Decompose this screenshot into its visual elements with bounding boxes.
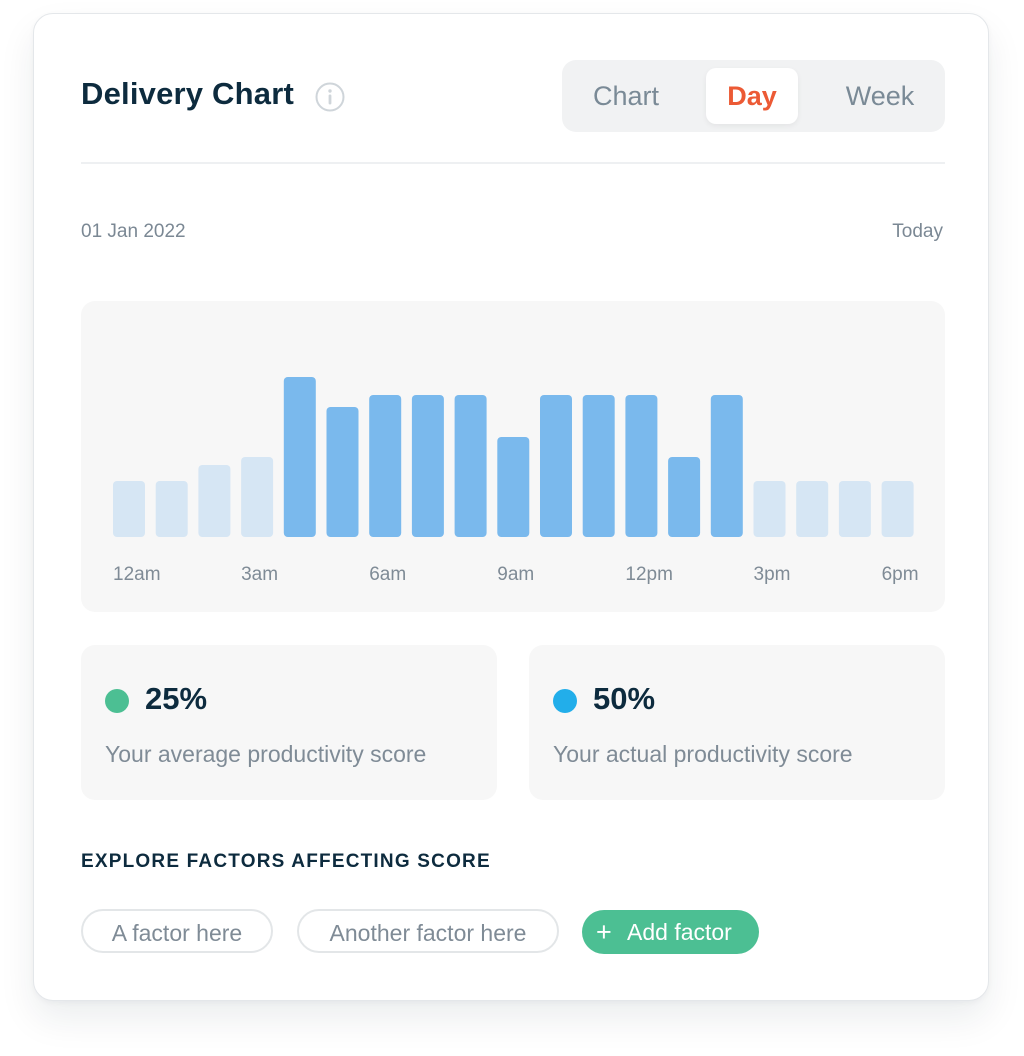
info-icon[interactable] xyxy=(315,82,345,112)
bar-5am[interactable] xyxy=(326,407,359,537)
delivery-chart-card: Delivery Chart Chart Day Week 01 Jan 202… xyxy=(33,13,989,1001)
bar-6am[interactable] xyxy=(369,395,402,537)
actual-score-label: Your actual productivity score xyxy=(553,741,853,767)
bar-3am[interactable] xyxy=(241,457,274,537)
bar-11am[interactable] xyxy=(582,395,615,537)
x-tick-label: 3am xyxy=(241,564,278,585)
average-score-card: 25% Your average productivity score xyxy=(81,645,497,800)
x-tick-label: 3pm xyxy=(754,564,791,585)
x-tick-label: 6pm xyxy=(882,564,919,585)
plus-icon: + xyxy=(596,917,612,947)
bar-chart: 12am3am6am9am12pm3pm6pm9pm xyxy=(113,377,919,585)
actual-score-value: 50% xyxy=(593,681,656,716)
bar-8am[interactable] xyxy=(454,395,487,537)
bar-12am[interactable] xyxy=(113,481,145,537)
tab-chart[interactable]: Chart xyxy=(574,68,678,124)
average-score-value: 25% xyxy=(145,681,208,716)
card-title: Delivery Chart xyxy=(81,76,295,111)
date-range-end: Today xyxy=(892,221,943,242)
view-toggle: Chart Day Week xyxy=(562,60,945,132)
bar-1am[interactable] xyxy=(155,481,188,537)
average-score-label: Your average productivity score xyxy=(105,741,427,767)
factors-section-title: EXPLORE FACTORS AFFECTING SCORE xyxy=(81,851,491,872)
factor-chip[interactable]: A factor here xyxy=(81,909,273,953)
actual-score-card: 50% Your actual productivity score xyxy=(529,645,945,800)
bar-7am[interactable] xyxy=(411,395,444,537)
bar-12pm[interactable] xyxy=(625,395,658,537)
bar-4pm[interactable] xyxy=(796,481,829,537)
chart-panel: 12am3am6am9am12pm3pm6pm9pm xyxy=(81,301,945,612)
factor-chip[interactable]: Another factor here xyxy=(297,909,559,953)
average-score-dot xyxy=(105,689,129,713)
bar-2pm[interactable] xyxy=(710,395,743,537)
bar-5pm[interactable] xyxy=(838,481,871,537)
bar-6pm[interactable] xyxy=(881,481,914,537)
bar-2am[interactable] xyxy=(198,465,231,537)
x-tick-label: 9am xyxy=(497,564,534,585)
x-tick-label: 12pm xyxy=(625,564,673,585)
tab-day[interactable]: Day xyxy=(706,68,798,124)
bar-1pm[interactable] xyxy=(668,457,701,537)
add-factor-button[interactable]: + Add factor xyxy=(582,910,759,954)
x-tick-label: 12am xyxy=(113,564,161,585)
header-divider xyxy=(81,162,945,164)
x-tick-label: 6am xyxy=(369,564,406,585)
tab-week[interactable]: Week xyxy=(828,68,932,124)
bar-10am[interactable] xyxy=(540,395,572,537)
date-range-start: 01 Jan 2022 xyxy=(81,221,186,242)
bar-9am[interactable] xyxy=(497,437,530,537)
bar-4am[interactable] xyxy=(283,377,316,537)
add-factor-label: Add factor xyxy=(627,919,732,945)
bar-3pm[interactable] xyxy=(753,481,786,537)
actual-score-dot xyxy=(553,689,577,713)
